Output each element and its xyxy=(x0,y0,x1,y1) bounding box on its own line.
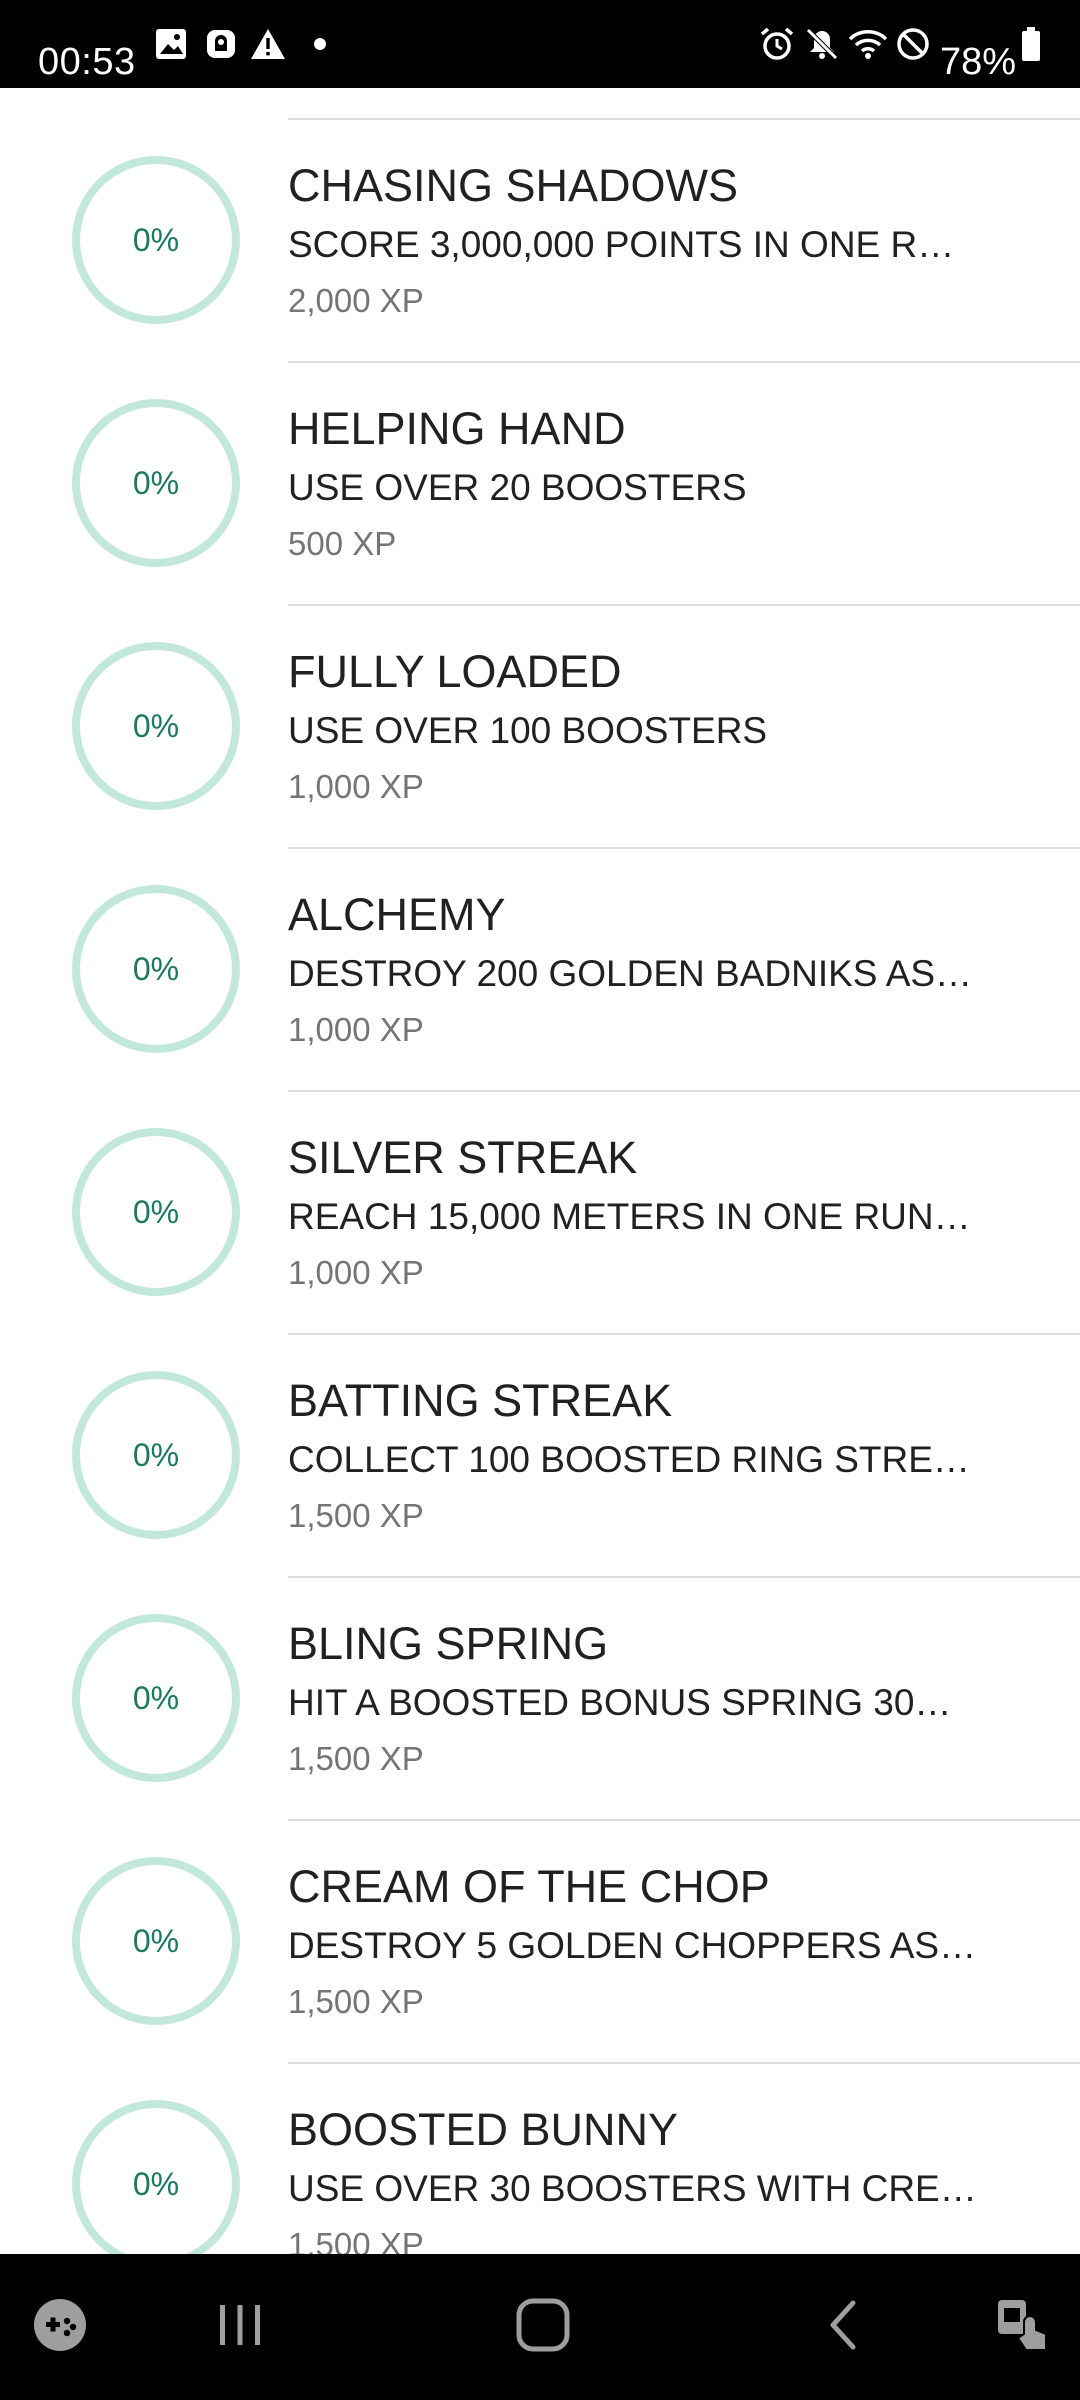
achievement-xp: 1,500 XP xyxy=(288,1740,424,1777)
app-notification-icon xyxy=(204,27,238,61)
achievement-title: BATTING STREAK xyxy=(288,1375,673,1426)
achievement-description: DESTROY 200 GOLDEN BADNIKS AS… xyxy=(288,953,973,994)
recent-apps-icon xyxy=(214,2299,266,2356)
achievement-xp: 1,500 XP xyxy=(288,1497,424,1534)
achievement-row[interactable]: 0% ALCHEMY DESTROY 200 GOLDEN BADNIKS AS… xyxy=(0,849,1080,1092)
home-icon xyxy=(515,2297,571,2358)
progress-ring: 0% xyxy=(72,1371,240,1539)
progress-percent: 0% xyxy=(132,221,180,258)
achievement-row[interactable]: 0% BATTING STREAK COLLECT 100 BOOSTED RI… xyxy=(0,1335,1080,1578)
battery-percent: 78% xyxy=(940,41,1017,83)
achievement-xp: 1,000 XP xyxy=(288,1254,424,1291)
achievement-xp: 2,000 XP xyxy=(288,282,424,319)
achievement-title: CHASING SHADOWS xyxy=(288,160,739,211)
achievement-title: HELPING HAND xyxy=(288,403,626,454)
achievement-description: HIT A BOOSTED BONUS SPRING 30… xyxy=(288,1682,952,1723)
progress-percent: 0% xyxy=(132,1679,180,1716)
achievement-row[interactable]: 0% BOOSTED BUNNY USE OVER 30 BOOSTERS WI… xyxy=(0,2064,1080,2254)
achievement-row[interactable]: 0% FULLY LOADED USE OVER 100 BOOSTERS 1,… xyxy=(0,606,1080,849)
achievement-description: USE OVER 100 BOOSTERS xyxy=(288,710,768,751)
achievement-title: CREAM OF THE CHOP xyxy=(288,1861,770,1912)
progress-percent: 0% xyxy=(132,2165,180,2202)
achievement-xp: 1,000 XP xyxy=(288,1011,424,1048)
accessibility-button[interactable] xyxy=(988,2254,1058,2400)
gallery-icon xyxy=(154,27,188,61)
game-launcher-button[interactable] xyxy=(28,2254,92,2400)
achievement-row[interactable]: 0% CREAM OF THE CHOP DESTROY 5 GOLDEN CH… xyxy=(0,1821,1080,2064)
progress-percent: 0% xyxy=(132,464,180,501)
do-not-disturb-icon xyxy=(895,26,931,62)
achievement-description: USE OVER 30 BOOSTERS WITH CRE… xyxy=(288,2168,977,2209)
achievement-title: BLING SPRING xyxy=(288,1618,609,1669)
progress-ring: 0% xyxy=(72,399,240,567)
back-button[interactable] xyxy=(808,2254,878,2400)
achievement-title: BOOSTED BUNNY xyxy=(288,2104,679,2155)
progress-percent: 0% xyxy=(132,707,180,744)
progress-percent: 0% xyxy=(132,950,180,987)
progress-ring: 0% xyxy=(72,1128,240,1296)
game-launcher-icon xyxy=(32,2297,88,2358)
achievement-title: SILVER STREAK xyxy=(288,1132,638,1183)
achievement-xp: 1,500 XP xyxy=(288,2226,424,2254)
back-icon xyxy=(823,2297,863,2358)
progress-percent: 0% xyxy=(132,1436,180,1473)
dot-icon xyxy=(313,37,327,51)
achievement-row[interactable]: 0% HELPING HAND USE OVER 20 BOOSTERS 500… xyxy=(0,363,1080,606)
achievement-description: SCORE 3,000,000 POINTS IN ONE R… xyxy=(288,224,955,265)
achievement-row[interactable]: 0% BLING SPRING HIT A BOOSTED BONUS SPRI… xyxy=(0,1578,1080,1821)
achievement-xp: 1,000 XP xyxy=(288,768,424,805)
achievement-xp: 500 XP xyxy=(288,525,397,562)
progress-ring: 0% xyxy=(72,1857,240,2025)
progress-ring: 0% xyxy=(72,156,240,324)
wifi-icon xyxy=(848,27,888,61)
alarm-icon xyxy=(758,25,796,63)
achievement-description: REACH 15,000 METERS IN ONE RUN… xyxy=(288,1196,971,1237)
warning-icon xyxy=(250,27,286,61)
achievement-title: ALCHEMY xyxy=(288,889,506,940)
battery-icon xyxy=(1020,26,1042,62)
progress-percent: 0% xyxy=(132,1193,180,1230)
progress-ring: 0% xyxy=(72,2100,240,2254)
achievement-description: USE OVER 20 BOOSTERS xyxy=(288,467,747,508)
navigation-bar xyxy=(0,2254,1080,2400)
achievement-description: COLLECT 100 BOOSTED RING STRE… xyxy=(288,1439,970,1480)
status-bar: 00:53 78% xyxy=(0,0,1080,88)
progress-percent: 0% xyxy=(132,1922,180,1959)
achievement-xp: 1,500 XP xyxy=(288,1983,424,2020)
home-button[interactable] xyxy=(500,2254,586,2400)
achievement-title: FULLY LOADED xyxy=(288,646,622,697)
achievement-description: DESTROY 5 GOLDEN CHOPPERS AS… xyxy=(288,1925,977,1966)
mute-icon xyxy=(804,26,840,62)
status-time: 00:53 xyxy=(38,41,136,83)
recent-apps-button[interactable] xyxy=(200,2254,280,2400)
progress-ring: 0% xyxy=(72,642,240,810)
achievements-list[interactable]: 0% CHASING SHADOWS SCORE 3,000,000 POINT… xyxy=(0,88,1080,2254)
achievement-row[interactable]: 0% CHASING SHADOWS SCORE 3,000,000 POINT… xyxy=(0,120,1080,363)
achievement-row[interactable]: 0% SILVER STREAK REACH 15,000 METERS IN … xyxy=(0,1092,1080,1335)
progress-ring: 0% xyxy=(72,885,240,1053)
progress-ring: 0% xyxy=(72,1614,240,1782)
accessibility-icon xyxy=(994,2294,1052,2361)
